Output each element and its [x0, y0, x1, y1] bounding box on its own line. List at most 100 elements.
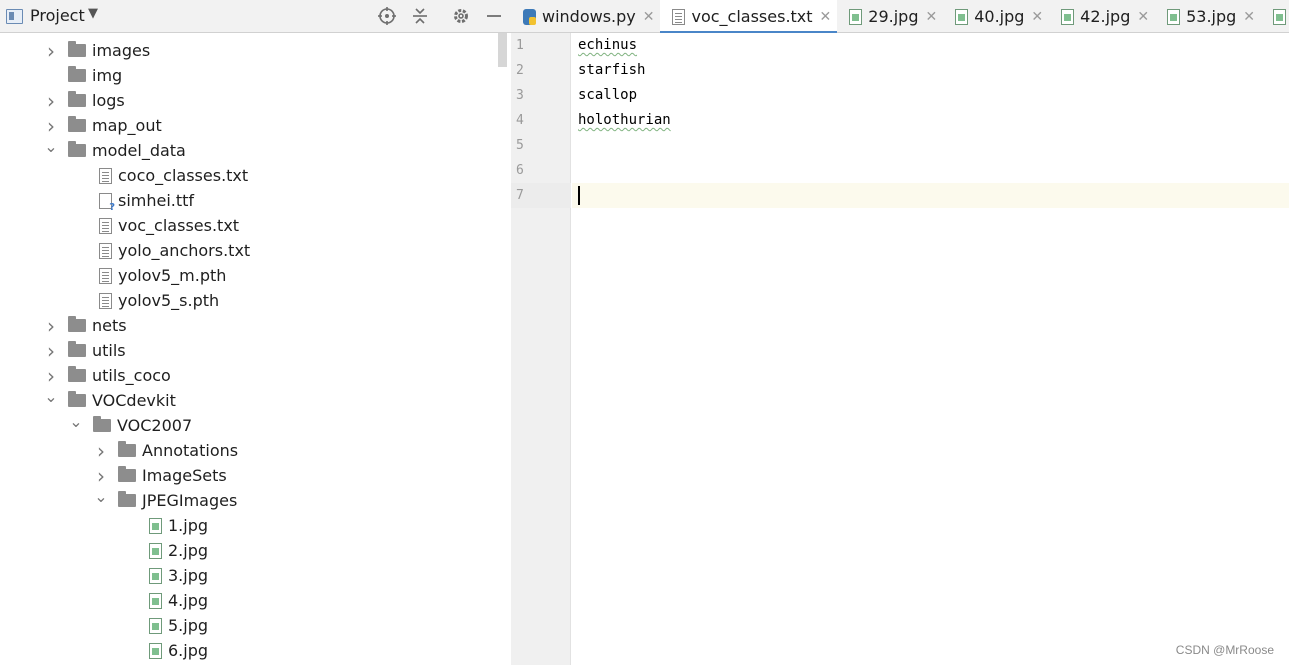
line-number: 6	[516, 163, 524, 178]
tree-folder-item[interactable]: › map_out	[44, 113, 162, 138]
tree-file-item[interactable]: 3.jpg	[119, 563, 208, 588]
chevron-down-icon[interactable]: ⌄	[44, 387, 58, 406]
tree-folder-item[interactable]: › logs	[44, 88, 125, 113]
tree-file-item[interactable]: simhei.ttf	[69, 188, 194, 213]
chevron-right-icon[interactable]: ›	[44, 114, 58, 138]
tree-folder-item[interactable]: › Annotations	[94, 438, 238, 463]
tree-item-label: coco_classes.txt	[118, 166, 249, 185]
tab-windows-py[interactable]: windows.py ✕	[511, 0, 660, 33]
tree-item-label: 5.jpg	[168, 616, 209, 635]
tree-scrollbar[interactable]	[498, 33, 507, 67]
tree-item-label: 6.jpg	[168, 641, 209, 660]
close-icon[interactable]: ✕	[1031, 9, 1043, 25]
tree-file-item[interactable]: 4.jpg	[119, 588, 208, 613]
tree-item-label: ImageSets	[142, 466, 227, 485]
tree-item-label: img	[92, 66, 123, 85]
tree-file-item[interactable]: voc_classes.txt	[69, 213, 239, 238]
tree-file-item[interactable]: yolov5_m.pth	[69, 263, 226, 288]
tree-file-item[interactable]: yolo_anchors.txt	[69, 238, 250, 263]
folder-icon	[68, 316, 86, 332]
locate-file-icon[interactable]	[375, 4, 399, 28]
folder-icon	[68, 141, 86, 157]
folder-icon	[68, 91, 86, 107]
tree-folder-item[interactable]: › ImageSets	[94, 463, 227, 488]
tree-item-label: JPEGImages	[142, 491, 238, 510]
tab-label: voc_classes.txt	[691, 7, 813, 26]
chevron-right-icon[interactable]: ›	[44, 89, 58, 113]
chevron-right-icon[interactable]: ›	[44, 339, 58, 363]
chevron-down-icon[interactable]: ⌄	[69, 412, 83, 431]
close-icon[interactable]: ✕	[820, 9, 832, 25]
tree-folder-item[interactable]: › images	[44, 38, 150, 63]
close-icon[interactable]: ✕	[1137, 9, 1149, 25]
tree-folder-item[interactable]: › utils	[44, 338, 126, 363]
text-caret	[578, 186, 580, 205]
tree-item-label: simhei.ttf	[118, 191, 195, 210]
tree-folder-item[interactable]: › nets	[44, 313, 127, 338]
tree-file-item[interactable]: yolov5_s.pth	[69, 288, 219, 313]
tree-folder-item[interactable]: ⌄ VOC2007	[69, 412, 192, 438]
tab-29-jpg[interactable]: 29.jpg ✕	[837, 0, 943, 33]
tree-file-item[interactable]: 6.jpg	[119, 638, 208, 663]
project-panel-header[interactable]: Project ▼	[0, 0, 511, 33]
folder-icon	[68, 116, 86, 132]
folder-icon	[118, 441, 136, 457]
chevron-right-icon[interactable]: ›	[94, 439, 108, 463]
text-file-icon	[99, 167, 112, 184]
tab-label: 42.jpg	[1080, 7, 1131, 26]
tree-file-item[interactable]: 1.jpg	[119, 513, 208, 538]
line-number: 3	[516, 88, 524, 103]
image-file-icon	[149, 567, 162, 584]
text-file-icon	[99, 267, 112, 284]
tab-42-jpg[interactable]: 42.jpg ✕	[1049, 0, 1155, 33]
close-icon[interactable]: ✕	[643, 9, 655, 25]
gear-icon[interactable]	[449, 4, 473, 28]
code-line[interactable]: holothurian	[578, 108, 671, 133]
project-window-icon	[6, 9, 23, 24]
tree-folder-item[interactable]: ⌄ VOCdevkit	[44, 387, 176, 413]
hide-panel-icon[interactable]	[482, 4, 506, 28]
chevron-right-icon[interactable]: ›	[44, 314, 58, 338]
tree-file-item[interactable]: coco_classes.txt	[69, 163, 248, 188]
code-line[interactable]: starfish	[578, 58, 645, 83]
image-file-icon	[1273, 8, 1287, 25]
tree-folder-item[interactable]: ⌄ model_data	[44, 137, 186, 163]
code-line[interactable]: scallop	[578, 83, 637, 108]
tree-file-item[interactable]: 5.jpg	[119, 613, 208, 638]
tab-label: 29.jpg	[868, 7, 919, 26]
tree-folder-item[interactable]: ⌄ JPEGImages	[94, 487, 238, 513]
project-tree[interactable]: › images img › logs › map_out ⌄ model_data coco_c…	[0, 33, 511, 665]
folder-icon	[68, 41, 86, 57]
image-file-icon	[149, 642, 162, 659]
tree-file-item[interactable]: 2.jpg	[119, 538, 208, 563]
tab-68-jpg[interactable]: 68	[1261, 0, 1289, 33]
tab-53-jpg[interactable]: 53.jpg ✕	[1155, 0, 1261, 33]
close-icon[interactable]: ✕	[925, 9, 937, 25]
line-number: 1	[516, 38, 524, 53]
folder-icon	[68, 366, 86, 382]
project-title[interactable]: Project	[30, 6, 85, 25]
chevron-right-icon[interactable]: ›	[44, 39, 58, 63]
code-line[interactable]: echinus	[578, 33, 637, 58]
chevron-right-icon[interactable]: ›	[44, 364, 58, 388]
chevron-down-icon[interactable]: ⌄	[94, 487, 108, 506]
image-file-icon	[149, 592, 162, 609]
tree-item-label: model_data	[92, 141, 186, 160]
close-icon[interactable]: ✕	[1243, 9, 1255, 25]
tab-voc-classes-txt[interactable]: voc_classes.txt ✕	[660, 0, 838, 33]
tree-item-label: images	[92, 41, 151, 60]
chevron-right-icon[interactable]: ›	[94, 464, 108, 488]
tree-folder-item[interactable]: img	[44, 63, 122, 88]
image-file-icon	[149, 542, 162, 559]
tab-label: windows.py	[542, 7, 636, 26]
tree-item-label: nets	[92, 316, 127, 335]
tree-item-label: utils_coco	[92, 366, 171, 385]
chevron-down-icon[interactable]: ▼	[88, 6, 98, 21]
collapse-all-icon[interactable]	[408, 4, 432, 28]
tree-item-label: 1.jpg	[168, 516, 209, 535]
python-file-icon	[523, 8, 536, 25]
chevron-down-icon[interactable]: ⌄	[44, 137, 58, 156]
tree-folder-item[interactable]: › utils_coco	[44, 363, 171, 388]
tab-label: 53.jpg	[1186, 7, 1237, 26]
tab-40-jpg[interactable]: 40.jpg ✕	[943, 0, 1049, 33]
